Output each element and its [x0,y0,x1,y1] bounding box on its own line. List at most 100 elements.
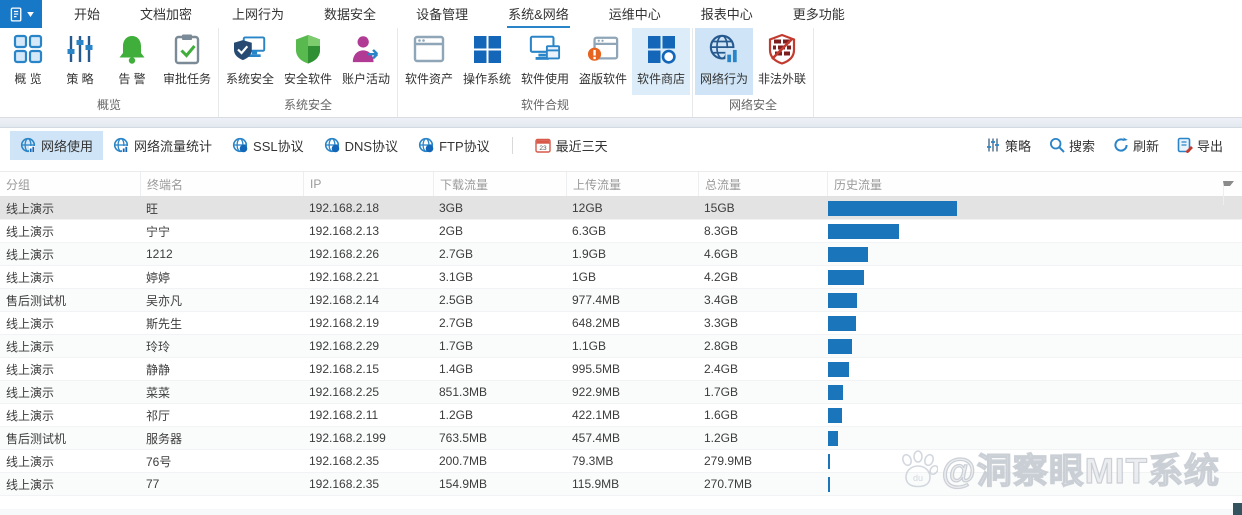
globe-chart-small-icon [113,137,129,153]
menu-item-ops-center[interactable]: 运维中心 [589,0,681,28]
ribbon-item-network-behavior[interactable]: 网络行为 [695,28,753,95]
cell-download: 2.7GB [433,247,566,261]
ribbon-item-approval-tasks[interactable]: 审批任务 [158,28,216,95]
ribbon-item-label: 网络行为 [700,70,748,87]
ribbon-item-pirated-software[interactable]: 盗版软件 [574,28,632,95]
cell-total: 4.6GB [698,247,827,261]
table-row[interactable]: 线上演示 旺 192.168.2.18 3GB 12GB 15GB [0,197,1242,220]
search-button[interactable]: 搜索 [1040,136,1104,155]
table-row[interactable]: 线上演示 斯先生 192.168.2.19 2.7GB 648.2MB 3.3G… [0,312,1242,335]
ribbon-item-software-store[interactable]: 软件商店 [632,28,690,95]
ribbon-item-label: 告 警 [118,70,145,87]
table-body: 线上演示 旺 192.168.2.18 3GB 12GB 15GB 线上演示 宁… [0,197,1242,496]
corner-scrollbar-block[interactable] [1233,503,1242,515]
tab-network-usage[interactable]: 网络使用 [10,131,103,160]
menu-item-more[interactable]: 更多功能 [773,0,865,28]
cell-download: 1.2GB [433,408,566,422]
tab-ftp-protocol[interactable]: FTP协议 [408,131,500,160]
refresh-button[interactable]: 刷新 [1104,136,1168,155]
cell-total: 279.9MB [698,454,827,468]
cell-group: 线上演示 [0,338,140,355]
table-row[interactable]: 售后测试机 服务器 192.168.2.199 763.5MB 457.4MB … [0,427,1242,450]
table-row[interactable]: 线上演示 1212 192.168.2.26 2.7GB 1.9GB 4.6GB [0,243,1242,266]
action-label: 刷新 [1133,136,1159,155]
ribbon-group-label: 网络安全 [695,95,811,117]
cell-group: 售后测试机 [0,292,140,309]
ribbon-item-alerts[interactable]: 告 警 [106,28,158,95]
ribbon-item-software-assets[interactable]: 软件资产 [400,28,458,95]
table-row[interactable]: 线上演示 静静 192.168.2.15 1.4GB 995.5MB 2.4GB [0,358,1242,381]
tab-dns-protocol[interactable]: DNS协议 [314,131,408,160]
cell-upload: 977.4MB [566,293,698,307]
table-row[interactable]: 售后测试机 吴亦凡 192.168.2.14 2.5GB 977.4MB 3.4… [0,289,1242,312]
cell-terminal-name: 宁宁 [140,223,303,240]
ribbon-item-account-activity[interactable]: 账户活动 [337,28,395,95]
ribbon-item-label: 账户活动 [342,70,390,87]
tab-label: SSL协议 [253,136,304,155]
table-header: 分组 终端名 IP 下载流量 上传流量 总流量 历史流量 [0,171,1242,197]
cell-group: 线上演示 [0,246,140,263]
history-traffic-bar [828,224,899,239]
table-row[interactable]: 线上演示 76号 192.168.2.35 200.7MB 79.3MB 279… [0,450,1242,473]
ribbon-item-label: 非法外联 [758,70,806,87]
menu-item-start[interactable]: 开始 [54,0,120,28]
ribbon-item-operating-system[interactable]: 操作系统 [458,28,516,95]
ribbon-group-label: 软件合规 [400,95,690,117]
column-header-download[interactable]: 下载流量 [433,172,566,196]
column-header-total[interactable]: 总流量 [698,172,827,196]
table-row[interactable]: 线上演示 婷婷 192.168.2.21 3.1GB 1GB 4.2GB [0,266,1242,289]
column-header-history[interactable]: 历史流量 [827,172,1242,196]
ribbon-item-security-software[interactable]: 安全软件 [279,28,337,95]
ribbon-item-policy[interactable]: 策 略 [54,28,106,95]
export-icon [1177,137,1193,153]
tab-traffic-stats[interactable]: 网络流量统计 [103,131,222,160]
cell-download: 2GB [433,224,566,238]
globe-chart-icon [708,33,740,65]
menu-item-web-behavior[interactable]: 上网行为 [212,0,304,28]
tab-ssl-protocol[interactable]: SSL协议 [222,131,314,160]
policy-button[interactable]: 策略 [976,136,1040,155]
column-header-upload[interactable]: 上传流量 [566,172,698,196]
menu-item-data-security[interactable]: 数据安全 [304,0,396,28]
cell-upload: 422.1MB [566,408,698,422]
export-button[interactable]: 导出 [1168,136,1232,155]
ribbon-item-software-usage[interactable]: 软件使用 [516,28,574,95]
date-range-button[interactable]: 23 最近三天 [525,131,618,160]
menu-item-device-mgmt[interactable]: 设备管理 [396,0,488,28]
ribbon-group-label: 概览 [2,95,216,117]
cell-upload: 922.9MB [566,385,698,399]
cell-history-traffic [827,243,1242,265]
cell-download: 1.7GB [433,339,566,353]
cell-history-traffic [827,312,1242,334]
ribbon-item-label: 审批任务 [163,70,211,87]
ribbon-item-overview[interactable]: 概 览 [2,28,54,95]
history-traffic-bar [828,362,849,377]
table-row[interactable]: 线上演示 祁厅 192.168.2.11 1.2GB 422.1MB 1.6GB [0,404,1242,427]
menu-item-report-center[interactable]: 报表中心 [681,0,773,28]
ribbon-item-system-security[interactable]: 系统安全 [221,28,279,95]
menu-label: 报表中心 [700,0,754,28]
ribbon-group-overview: 概 览 策 略 告 警 [0,28,219,117]
table-row[interactable]: 线上演示 77 192.168.2.35 154.9MB 115.9MB 270… [0,473,1242,496]
column-header-ip[interactable]: IP [303,172,433,196]
menu-label: 数据安全 [323,0,377,28]
cell-download: 2.7GB [433,316,566,330]
header-dropdown-caret-icon[interactable] [1223,181,1234,205]
table-row[interactable]: 线上演示 菜菜 192.168.2.25 851.3MB 922.9MB 1.7… [0,381,1242,404]
cell-total: 8.3GB [698,224,827,238]
ribbon-item-label: 软件资产 [405,70,453,87]
menu-item-system-network[interactable]: 系统&网络 [488,0,589,28]
app-menu-button[interactable] [0,0,42,28]
column-header-group[interactable]: 分组 [0,172,140,196]
cell-ip: 192.168.2.21 [303,270,433,284]
ribbon-item-illegal-connection[interactable]: 非法外联 [753,28,811,95]
table-row[interactable]: 线上演示 宁宁 192.168.2.13 2GB 6.3GB 8.3GB [0,220,1242,243]
column-header-terminal[interactable]: 终端名 [140,172,303,196]
cell-ip: 192.168.2.14 [303,293,433,307]
bell-icon [116,33,148,65]
cell-total: 1.6GB [698,408,827,422]
table-row[interactable]: 线上演示 玲玲 192.168.2.29 1.7GB 1.1GB 2.8GB [0,335,1242,358]
toolbar-actions: 策略 搜索 刷新 [976,136,1232,155]
cell-terminal-name: 旺 [140,200,303,217]
menu-item-doc-encrypt[interactable]: 文档加密 [120,0,212,28]
